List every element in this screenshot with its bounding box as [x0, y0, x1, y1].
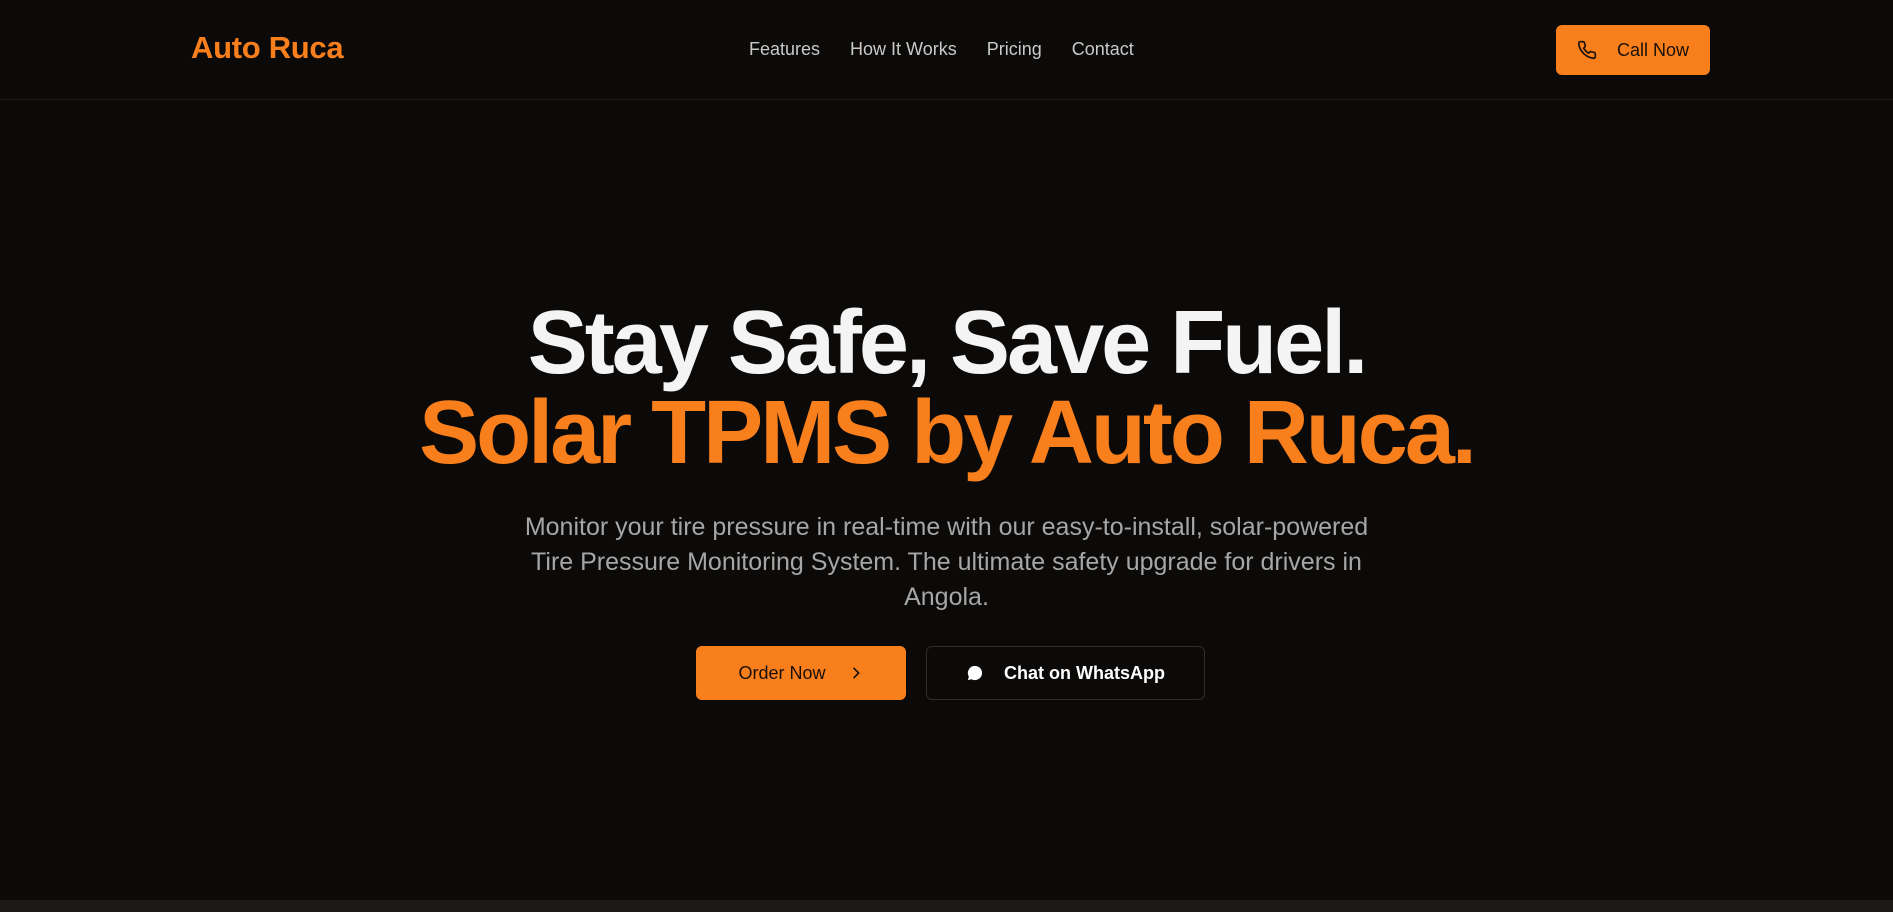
- nav-link-contact[interactable]: Contact: [1072, 39, 1134, 60]
- chat-whatsapp-button[interactable]: Chat on WhatsApp: [926, 646, 1205, 700]
- page: Auto Ruca Features How It Works Pricing …: [0, 0, 1893, 912]
- site-header: Auto Ruca Features How It Works Pricing …: [0, 0, 1893, 100]
- hero-title-line1: Stay Safe, Save Fuel.: [527, 293, 1368, 393]
- logo[interactable]: Auto Ruca: [191, 30, 344, 66]
- phone-icon: [1577, 40, 1597, 60]
- hero-subtitle: Monitor your tire pressure in real-time …: [524, 513, 1369, 611]
- hero-title: Stay Safe, Save Fuel. Solar TPMS by Auto…: [0, 298, 1893, 478]
- hero-title-line2: Solar TPMS by Auto Ruca.: [419, 383, 1477, 483]
- next-section-edge: [0, 900, 1893, 912]
- nav-link-features[interactable]: Features: [749, 39, 820, 60]
- call-now-button[interactable]: Call Now: [1556, 25, 1710, 75]
- chevron-right-icon: [848, 665, 864, 681]
- cta-row: Order Now Chat on WhatsApp: [0, 646, 1893, 700]
- nav-link-how-it-works[interactable]: How It Works: [850, 39, 957, 60]
- main-nav: Features How It Works Pricing Contact: [749, 39, 1134, 60]
- order-now-label: Order Now: [738, 662, 826, 683]
- order-now-button[interactable]: Order Now: [696, 646, 906, 700]
- call-now-label: Call Now: [1616, 39, 1690, 60]
- chat-whatsapp-label: Chat on WhatsApp: [1004, 662, 1165, 683]
- chat-bubble-icon: [966, 664, 984, 682]
- nav-link-pricing[interactable]: Pricing: [987, 39, 1042, 60]
